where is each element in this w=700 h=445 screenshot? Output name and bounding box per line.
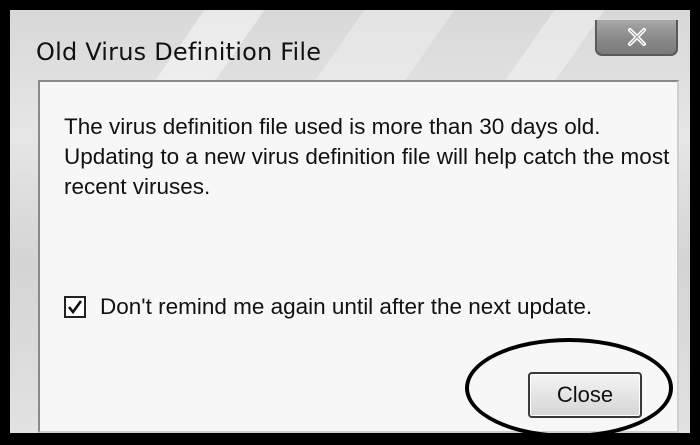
screenshot-border — [0, 0, 700, 445]
